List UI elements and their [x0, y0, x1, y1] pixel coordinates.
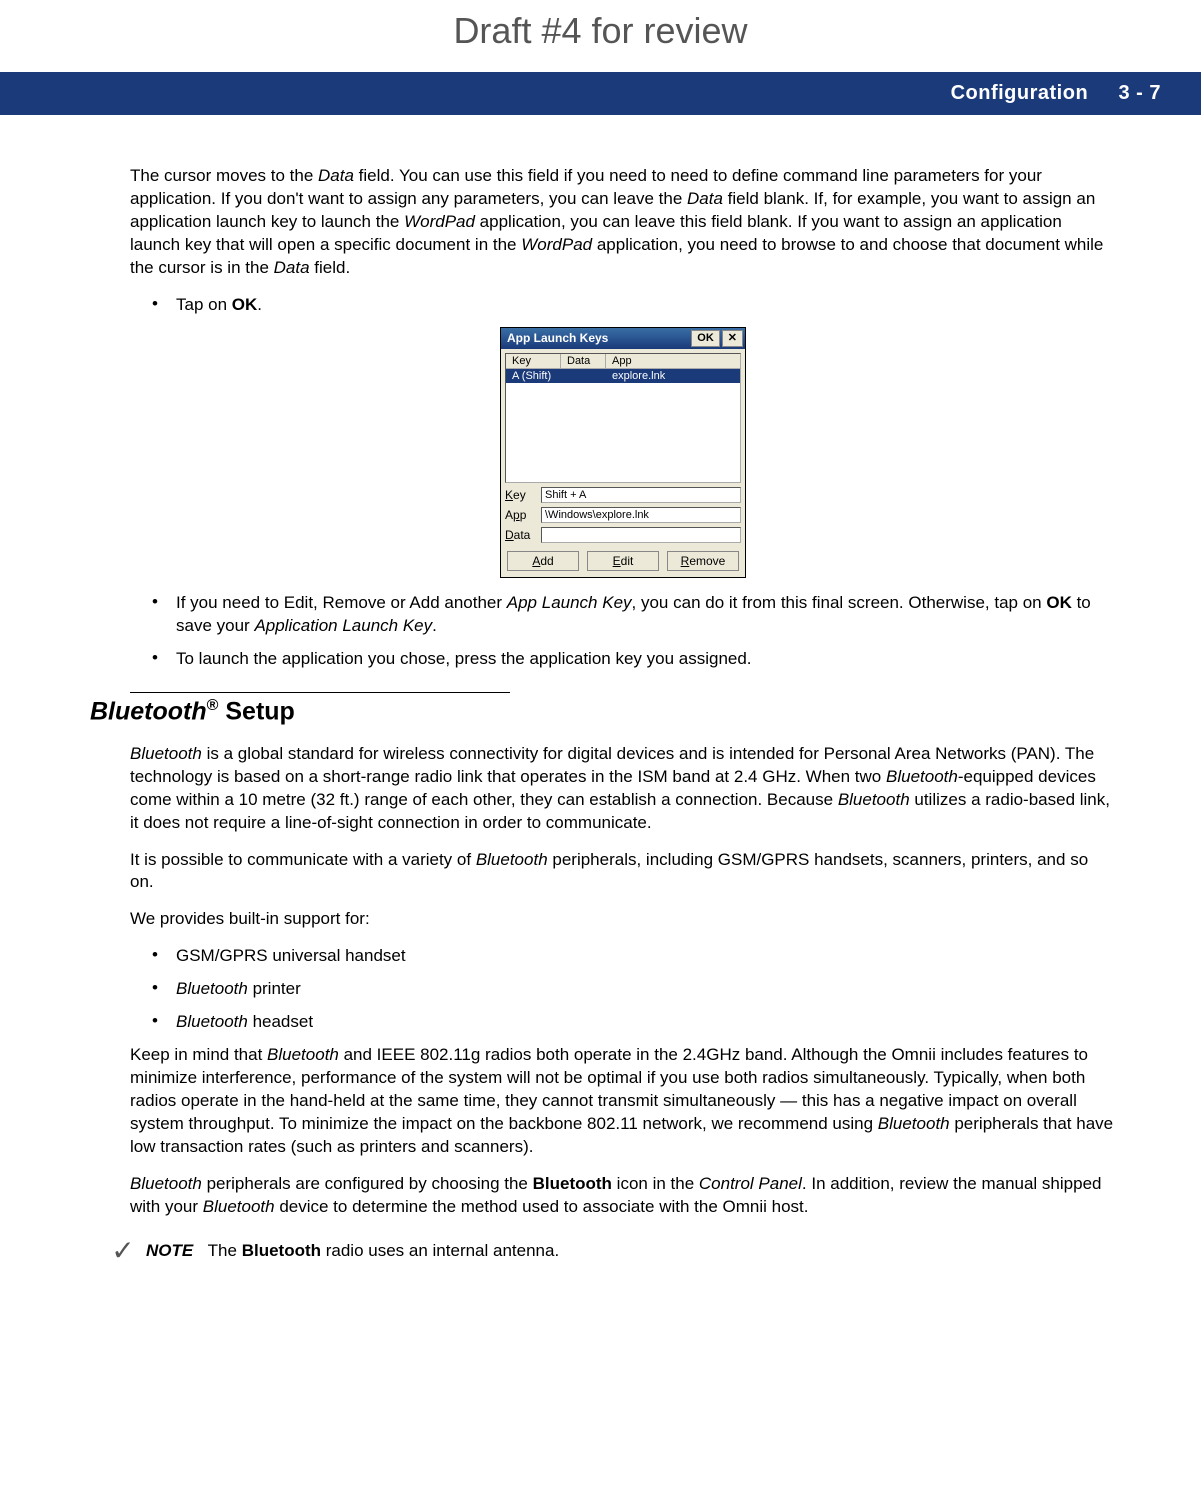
- bt-para-2: It is possible to communicate with a var…: [130, 849, 1116, 895]
- checkmark-icon: ✓: [100, 1237, 146, 1265]
- bt-list-item-1: • GSM/GPRS universal handset: [152, 945, 1116, 968]
- add-button[interactable]: Add: [507, 551, 579, 571]
- ok-button[interactable]: OK: [691, 330, 720, 347]
- label-app: App: [505, 508, 541, 522]
- key-input[interactable]: [541, 487, 741, 503]
- dialog-titlebar: App Launch Keys OK ✕: [501, 328, 745, 349]
- section-rule: [130, 692, 510, 693]
- note-block: ✓ NOTE The Bluetooth radio uses an inter…: [100, 1237, 1116, 1265]
- bt-para-4: Keep in mind that Bluetooth and IEEE 802…: [130, 1044, 1116, 1159]
- launch-keys-list[interactable]: Key Data App A (Shift) explore.lnk: [505, 353, 741, 483]
- label-data: Data: [505, 528, 541, 542]
- close-button[interactable]: ✕: [722, 330, 743, 347]
- header-page: 3 - 7: [1118, 82, 1161, 104]
- dialog-app-launch-keys: App Launch Keys OK ✕ Key Data App A (Shi…: [500, 327, 746, 578]
- data-input[interactable]: [541, 527, 741, 543]
- note-label: NOTE: [146, 1241, 193, 1260]
- section-heading-bluetooth-setup: Bluetooth® Setup: [90, 697, 1116, 726]
- bullet-dot: •: [152, 978, 176, 1001]
- bullet-dot: •: [152, 294, 176, 317]
- bullet-tap-ok: • Tap on OK.: [152, 294, 1116, 317]
- cell-app: explore.lnk: [606, 369, 740, 383]
- remove-button[interactable]: Remove: [667, 551, 739, 571]
- col-data[interactable]: Data: [561, 354, 606, 368]
- bullet-dot: •: [152, 1011, 176, 1034]
- list-row-selected[interactable]: A (Shift) explore.lnk: [506, 369, 740, 383]
- label-key: Key: [505, 488, 541, 502]
- cell-data: [561, 369, 606, 383]
- bt-list-item-3: • Bluetooth headset: [152, 1011, 1116, 1034]
- app-input[interactable]: [541, 507, 741, 523]
- paragraph-data-field: The cursor moves to the Data field. You …: [130, 165, 1116, 280]
- bullet-dot: •: [152, 648, 176, 671]
- list-header: Key Data App: [506, 354, 740, 369]
- bt-para-3: We provides built-in support for:: [130, 908, 1116, 931]
- header-section: Configuration: [951, 82, 1089, 104]
- dialog-title: App Launch Keys: [507, 331, 689, 345]
- watermark: Draft #4 for review: [0, 0, 1201, 72]
- figure-app-launch-keys: App Launch Keys OK ✕ Key Data App A (Shi…: [130, 327, 1116, 578]
- page-content: The cursor moves to the Data field. You …: [0, 115, 1201, 1295]
- header-bar: Configuration 3 - 7: [0, 72, 1201, 115]
- bullet-launch: • To launch the application you chose, p…: [152, 648, 1116, 671]
- bullet-edit-remove: • If you need to Edit, Remove or Add ano…: [152, 592, 1116, 638]
- bullet-dot: •: [152, 592, 176, 638]
- bt-para-5: Bluetooth peripherals are configured by …: [130, 1173, 1116, 1219]
- bullet-dot: •: [152, 945, 176, 968]
- edit-button[interactable]: Edit: [587, 551, 659, 571]
- bt-list-item-2: • Bluetooth printer: [152, 978, 1116, 1001]
- col-app[interactable]: App: [606, 354, 740, 368]
- cell-key: A (Shift): [506, 369, 561, 383]
- bt-para-1: Bluetooth is a global standard for wirel…: [130, 743, 1116, 835]
- col-key[interactable]: Key: [506, 354, 561, 368]
